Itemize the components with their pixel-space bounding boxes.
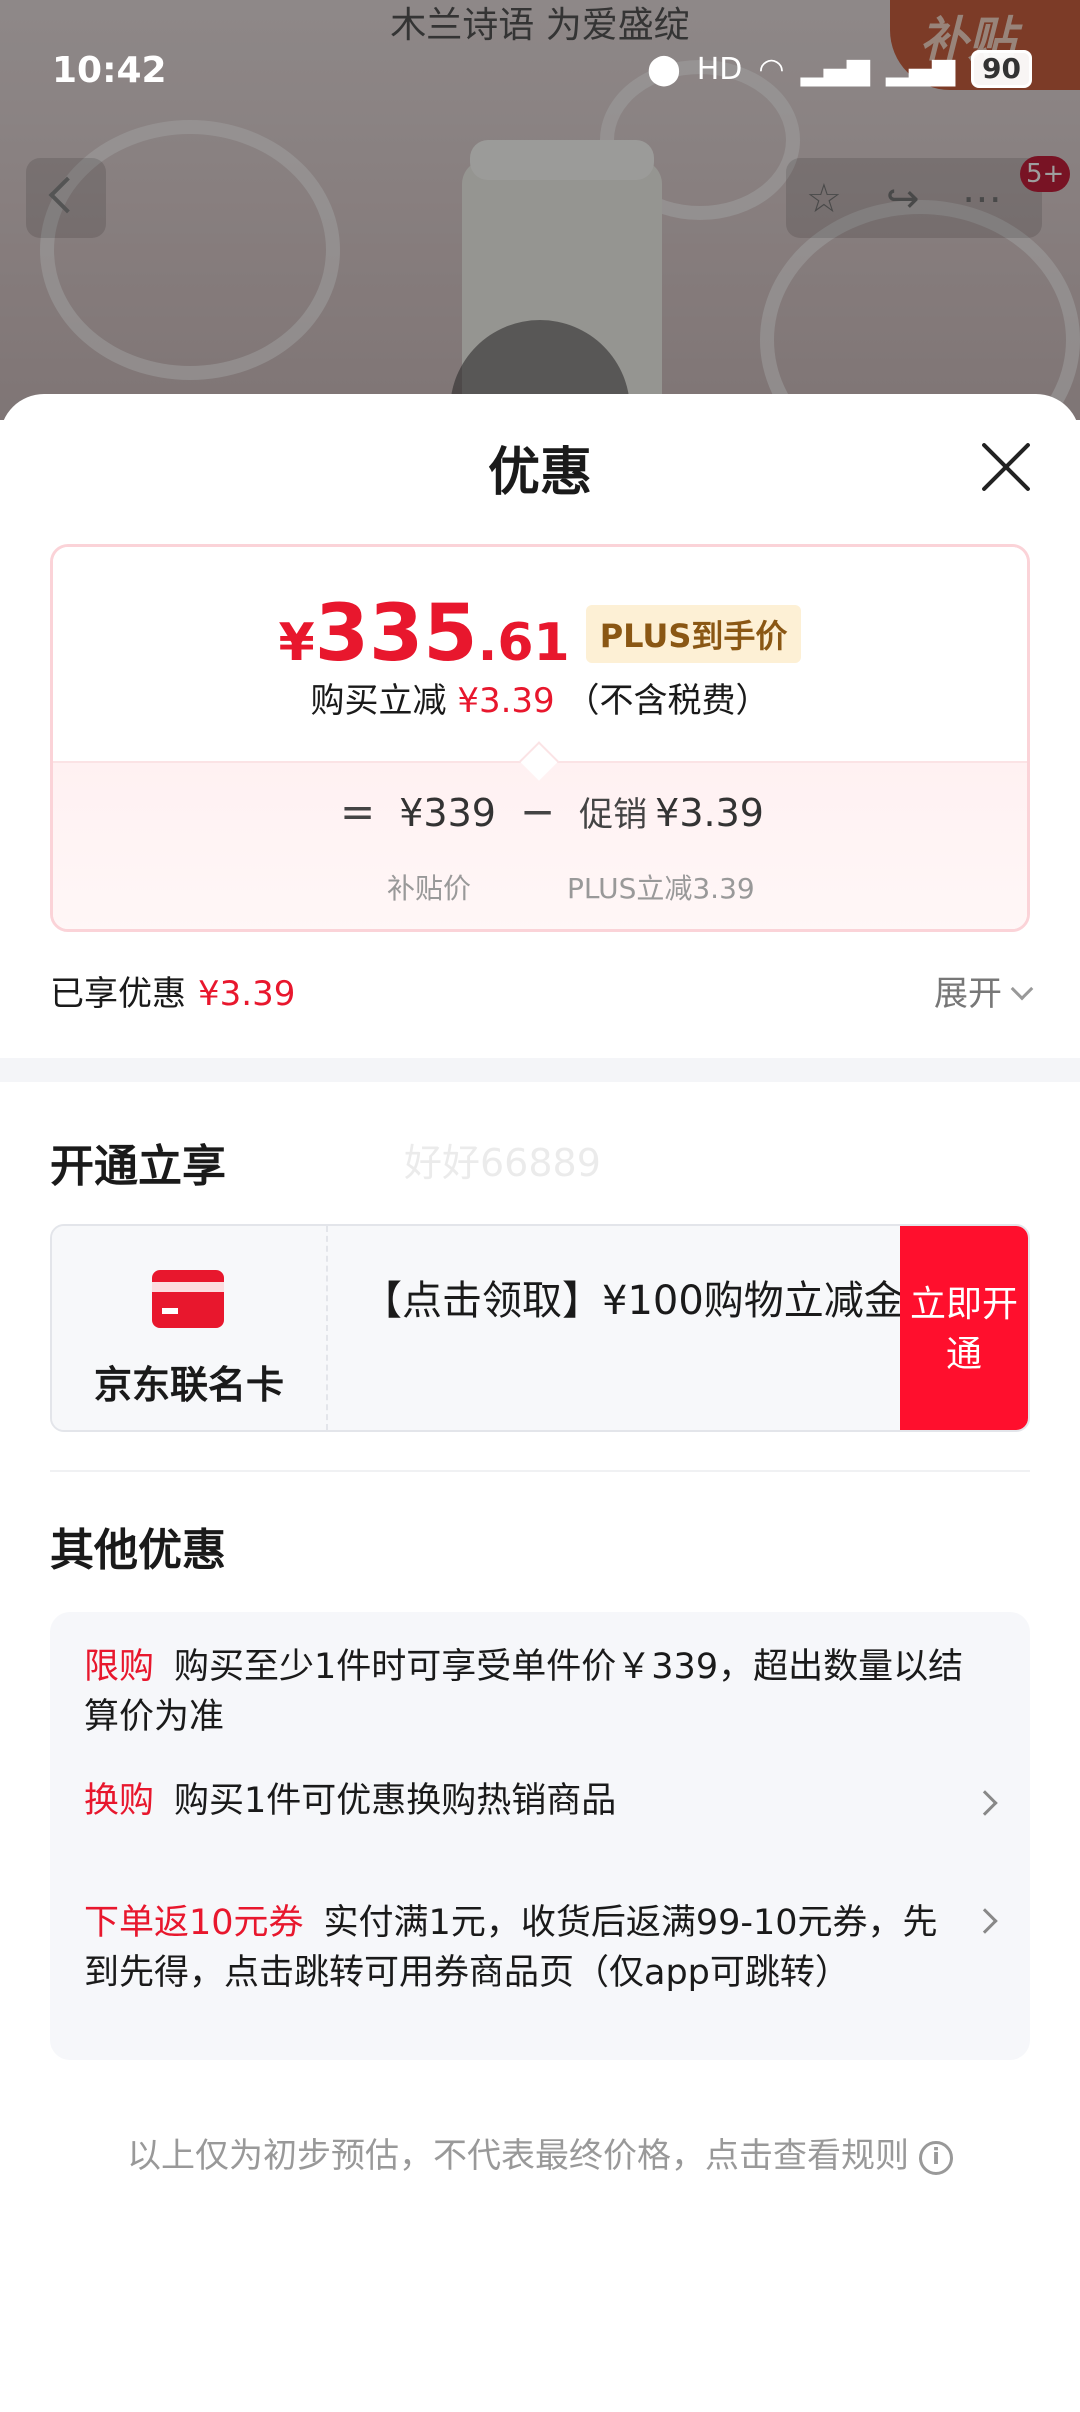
formula-row: = ¥339 − 促销 ¥3.39	[53, 787, 1027, 836]
disclaimer[interactable]: 以上仅为初步预估，不代表最终价格，点击查看规则 i	[0, 2128, 1080, 2177]
card-description: 【点击领取】¥100购物立减金	[362, 1278, 904, 1324]
hd-icon: HD	[696, 51, 743, 87]
promo-amount: ¥3.39	[655, 791, 764, 835]
section-title-open: 开通立享	[50, 1141, 226, 1192]
card-name: 京东联名卡	[93, 1363, 284, 1407]
chevron-down-icon	[1010, 977, 1034, 1001]
price-currency: ¥	[278, 613, 315, 673]
subtitle-amount: ¥3.39	[457, 681, 555, 721]
offer-tag: 下单返10元券	[84, 1903, 304, 1943]
info-icon[interactable]: i	[919, 2140, 953, 2175]
battery-icon: 90	[971, 50, 1032, 88]
offer-item-coupon-return[interactable]: 下单返10元券 实付满1元，收货后返满99-10元券，先到先得，点击跳转可用券商品…	[84, 1898, 944, 1998]
offer-tag: 限购	[84, 1647, 155, 1687]
status-time: 10:42	[52, 50, 167, 91]
thin-divider	[50, 1470, 1030, 1472]
price-formula: = ¥339 − 促销 ¥3.39 补贴价 PLUS立减3.39	[53, 761, 1027, 929]
signal-5g-icon: ▂▄▆	[800, 51, 870, 87]
promo-label: 促销	[579, 795, 648, 835]
promo-detail-label: PLUS立减3.39	[567, 872, 755, 905]
plus-price-tag: PLUS到手价	[585, 605, 802, 663]
equals-sign: =	[340, 787, 376, 836]
expand-label: 展开	[934, 974, 1002, 1014]
jd-card-offer[interactable]: 京东联名卡 【点击领取】¥100购物立减金 立即开通	[50, 1224, 1030, 1432]
offer-text: 购买至少1件时可享受单件价￥339，超出数量以结算价为准	[84, 1647, 964, 1737]
subtitle-prefix: 购买立减	[310, 681, 447, 721]
enjoyed-label: 已享优惠	[50, 974, 186, 1014]
price-card: ¥ 335 .61 PLUS到手价 购买立减 ¥3.39 （不含税费） = ¥3…	[50, 544, 1030, 932]
price-integer: 335	[314, 589, 478, 679]
offer-text: 购买1件可优惠换购热销商品	[174, 1781, 617, 1821]
base-price-label: 补贴价	[387, 872, 472, 905]
location-icon: ⬤	[647, 51, 681, 87]
subtitle-suffix: （不含税费）	[565, 681, 770, 721]
signal-5g-icon: ▂▄▆	[885, 51, 956, 87]
offer-tag: 换购	[84, 1781, 155, 1821]
base-price: ¥339	[399, 791, 496, 835]
enjoyed-amount: ¥3.39	[198, 974, 296, 1014]
chevron-right-icon[interactable]	[972, 1790, 998, 1816]
enjoyed-discount-row: 已享优惠 ¥3.39 展开	[50, 966, 1034, 1016]
offer-item-trade-in[interactable]: 换购 购买1件可优惠换购热销商品	[84, 1776, 944, 1826]
price-decimal: .61	[477, 613, 570, 673]
open-now-button[interactable]: 立即开通	[900, 1226, 1028, 1430]
other-offers-list: 限购 购买至少1件时可享受单件价￥339，超出数量以结算价为准 换购 购买1件可优惠…	[50, 1612, 1030, 2060]
status-bar: 10:42 ⬤ HD ◠ ▂▄▆ ▂▄▆ 90	[0, 40, 1080, 100]
expand-button[interactable]: 展开	[934, 966, 1034, 1015]
section-divider	[0, 1058, 1080, 1082]
chevron-right-icon[interactable]	[972, 1908, 998, 1934]
price-subtitle: 购买立减 ¥3.39 （不含税费）	[53, 673, 1027, 722]
card-left-panel: 京东联名卡	[52, 1226, 328, 1430]
watermark: 好好66889	[404, 1141, 601, 1185]
sheet-title: 优惠	[487, 443, 592, 503]
final-price: ¥ 335 .61 PLUS到手价	[53, 589, 1027, 679]
status-icons: ⬤ HD ◠ ▂▄▆ ▂▄▆ 90	[647, 50, 1032, 88]
offer-item-purchase-limit: 限购 购买至少1件时可享受单件价￥339，超出数量以结算价为准	[84, 1642, 984, 1742]
price-summary: ¥ 335 .61 PLUS到手价 购买立减 ¥3.39 （不含税费）	[53, 547, 1027, 761]
close-button[interactable]	[976, 436, 1036, 496]
discount-sheet: 优惠 ¥ 335 .61 PLUS到手价 购买立减 ¥3.39 （不含税费） =…	[0, 394, 1080, 2412]
disclaimer-text: 以上仅为初步预估，不代表最终价格，点击查看规则	[127, 2136, 909, 2176]
credit-card-icon	[152, 1270, 224, 1328]
wifi-icon: ◠	[758, 51, 785, 87]
section-title-other: 其他优惠	[50, 1525, 226, 1576]
minus-sign: −	[519, 787, 556, 836]
